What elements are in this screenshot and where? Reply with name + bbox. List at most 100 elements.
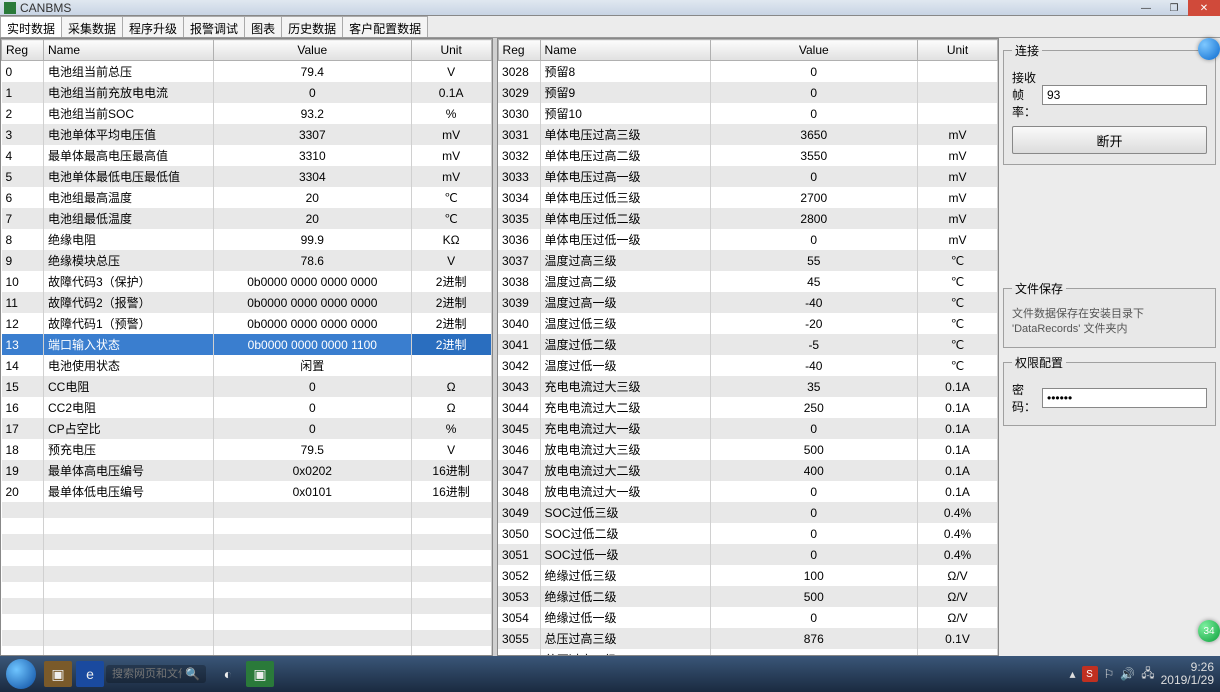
side-badge-green[interactable]: 34 (1198, 620, 1220, 642)
close-button[interactable] (1188, 0, 1220, 16)
tab-6[interactable]: 客户配置数据 (342, 16, 428, 37)
table-row[interactable]: 6电池组最高温度20℃ (2, 187, 492, 208)
col-name[interactable]: Name (540, 40, 710, 61)
taskbar-icon-1[interactable]: ▣ (44, 661, 72, 687)
start-button[interactable] (6, 659, 36, 689)
table-row[interactable]: 17CP占空比0% (2, 418, 492, 439)
maximize-button[interactable] (1160, 0, 1188, 16)
taskbar-icon-ie[interactable]: e (76, 661, 104, 687)
col-reg[interactable]: Reg (2, 40, 44, 61)
table-row[interactable]: 3032单体电压过高二级3550mV (498, 145, 997, 166)
search-icon[interactable]: 🔍 (185, 667, 200, 681)
table-row[interactable]: 3050SOC过低二级00.4% (498, 523, 997, 544)
table-row[interactable]: 18预充电压79.5V (2, 439, 492, 460)
tab-5[interactable]: 历史数据 (281, 16, 343, 37)
left-data-grid[interactable]: Reg Name Value Unit 0电池组当前总压79.4V1电池组当前充… (0, 38, 493, 656)
table-row[interactable]: 1电池组当前充放电电流00.1A (2, 82, 492, 103)
col-value[interactable]: Value (710, 40, 917, 61)
table-row[interactable]: 7电池组最低温度20℃ (2, 208, 492, 229)
table-row[interactable]: 3047放电电流过大二级4000.1A (498, 460, 997, 481)
table-row[interactable]: 3037温度过高三级55℃ (498, 250, 997, 271)
cell-reg: 3034 (498, 187, 540, 208)
table-row[interactable]: 3044充电电流过大二级2500.1A (498, 397, 997, 418)
table-row[interactable]: 5电池单体最低电压最低值3304mV (2, 166, 492, 187)
table-row[interactable]: 3036单体电压过低一级0mV (498, 229, 997, 250)
cell-value: 3550 (710, 145, 917, 166)
tray-network-icon[interactable]: 🖧 (1141, 664, 1154, 685)
table-row[interactable]: 19最单体高电压编号0x020216进制 (2, 460, 492, 481)
tray-flag-icon[interactable]: ⚐ (1104, 667, 1115, 681)
window-controls (1132, 0, 1220, 16)
minimize-button[interactable] (1132, 0, 1160, 16)
tray-chevron-icon[interactable]: ▴ (1069, 667, 1075, 681)
table-row[interactable]: 3029预留90 (498, 82, 997, 103)
table-row[interactable]: 3030预留100 (498, 103, 997, 124)
cell-value: 100 (710, 565, 917, 586)
table-row[interactable]: 3045充电电流过大一级00.1A (498, 418, 997, 439)
tray-volume-icon[interactable]: 🔊 (1120, 667, 1135, 681)
tab-1[interactable]: 采集数据 (61, 16, 123, 37)
rate-input[interactable] (1042, 85, 1207, 105)
table-row[interactable]: 3055总压过高三级8760.1V (498, 628, 997, 649)
table-row[interactable]: 3035单体电压过低二级2800mV (498, 208, 997, 229)
table-row[interactable]: 14电池使用状态闲置 (2, 355, 492, 376)
col-value[interactable]: Value (214, 40, 412, 61)
col-unit[interactable]: Unit (918, 40, 998, 61)
tab-0[interactable]: 实时数据 (0, 16, 62, 37)
table-row[interactable]: 10故障代码3（保护）0b0000 0000 0000 00002进制 (2, 271, 492, 292)
tab-4[interactable]: 图表 (244, 16, 282, 37)
table-row[interactable]: 4最单体最高电压最高值3310mV (2, 145, 492, 166)
table-row[interactable]: 15CC电阻0Ω (2, 376, 492, 397)
table-row[interactable]: 3031单体电压过高三级3650mV (498, 124, 997, 145)
table-row[interactable]: 2电池组当前SOC93.2% (2, 103, 492, 124)
cell-unit: mV (411, 124, 491, 145)
side-badge-blue[interactable] (1198, 38, 1220, 60)
table-row[interactable]: 3041温度过低二级-5℃ (498, 334, 997, 355)
cell-reg: 10 (2, 271, 44, 292)
disconnect-button[interactable]: 断开 (1012, 126, 1207, 154)
table-row[interactable]: 3034单体电压过低三级2700mV (498, 187, 997, 208)
table-row[interactable]: 3028预留80 (498, 61, 997, 83)
table-row[interactable]: 0电池组当前总压79.4V (2, 61, 492, 83)
table-row[interactable]: 9绝缘模块总压78.6V (2, 250, 492, 271)
taskbar-app-canbms[interactable]: ▣ (246, 661, 274, 687)
table-row[interactable]: 3039温度过高一级-40℃ (498, 292, 997, 313)
right-data-grid[interactable]: Reg Name Value Unit 3028预留803029预留903030… (497, 38, 999, 656)
table-row[interactable]: 13端口输入状态0b0000 0000 0000 11002进制 (2, 334, 492, 355)
table-row[interactable]: 3电池单体平均电压值3307mV (2, 124, 492, 145)
table-row[interactable]: 20最单体低电压编号0x010116进制 (2, 481, 492, 502)
taskbar-search-input[interactable] (112, 668, 182, 680)
cell-reg: 2 (2, 103, 44, 124)
table-row[interactable]: 11故障代码2（报警）0b0000 0000 0000 00002进制 (2, 292, 492, 313)
tray-clock[interactable]: 9:26 2019/1/29 (1161, 661, 1214, 687)
col-reg[interactable]: Reg (498, 40, 540, 61)
table-row[interactable]: 12故障代码1（预警）0b0000 0000 0000 00002进制 (2, 313, 492, 334)
table-row[interactable]: 3052绝缘过低三级100Ω/V (498, 565, 997, 586)
table-row[interactable]: 3038温度过高二级45℃ (498, 271, 997, 292)
table-row[interactable]: 16CC2电阻0Ω (2, 397, 492, 418)
table-row[interactable]: 3053绝缘过低二级500Ω/V (498, 586, 997, 607)
table-row[interactable]: 3051SOC过低一级00.4% (498, 544, 997, 565)
table-row[interactable]: 3056总压过高二级8520.1V (498, 649, 997, 656)
table-row[interactable]: 3042温度过低一级-40℃ (498, 355, 997, 376)
table-row[interactable]: 3054绝缘过低一级0Ω/V (498, 607, 997, 628)
table-row[interactable]: 8绝缘电阻99.9KΩ (2, 229, 492, 250)
table-row[interactable]: 3040温度过低三级-20℃ (498, 313, 997, 334)
col-name[interactable]: Name (44, 40, 214, 61)
table-row[interactable]: 3048放电电流过大一级00.1A (498, 481, 997, 502)
tab-2[interactable]: 程序升级 (122, 16, 184, 37)
table-row[interactable]: 3049SOC过低三级00.4% (498, 502, 997, 523)
tray-icon-s[interactable]: S (1082, 666, 1098, 682)
cell-value: 0b0000 0000 0000 0000 (214, 292, 412, 313)
cell-unit: ℃ (918, 355, 998, 376)
taskbar-app-1[interactable]: ◐ (214, 661, 242, 687)
col-unit[interactable]: Unit (411, 40, 491, 61)
password-input[interactable] (1042, 388, 1207, 408)
tab-3[interactable]: 报警调试 (183, 16, 245, 37)
cell-value: 0 (710, 523, 917, 544)
table-row[interactable]: 3033单体电压过高一级0mV (498, 166, 997, 187)
taskbar-search[interactable]: 🔍 (106, 665, 206, 683)
table-row[interactable]: 3046放电电流过大三级5000.1A (498, 439, 997, 460)
cell-unit: V (411, 250, 491, 271)
table-row[interactable]: 3043充电电流过大三级350.1A (498, 376, 997, 397)
